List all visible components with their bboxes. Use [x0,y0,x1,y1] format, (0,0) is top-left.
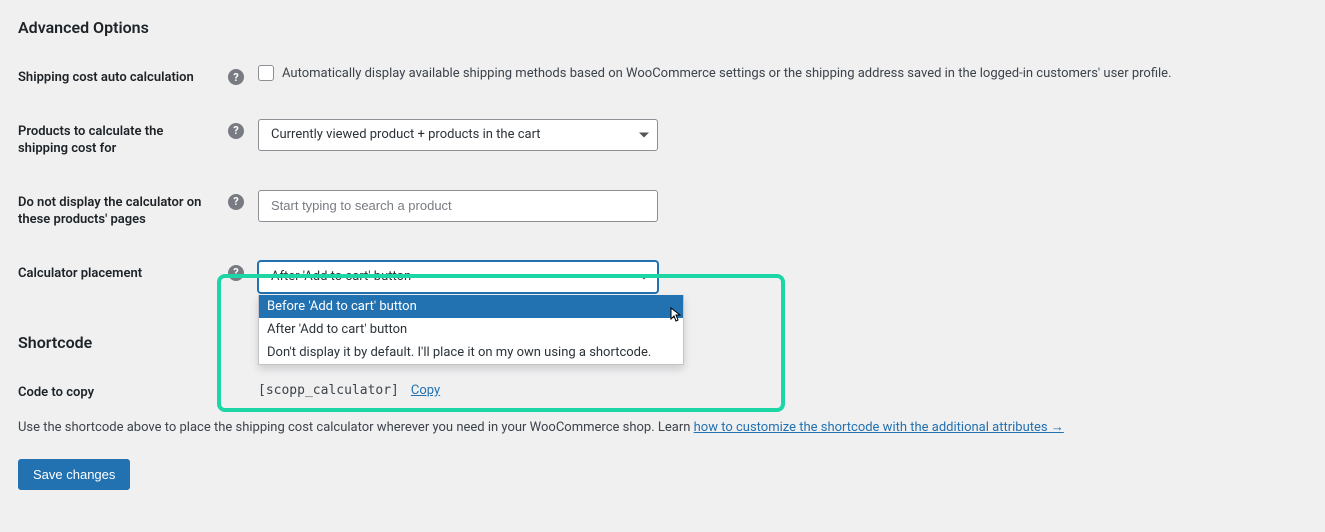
help-icon[interactable]: ? [228,69,244,85]
products-calc-label: Products to calculate the shipping cost … [18,119,228,158]
shortcode-text: [scopp_calculator] [258,383,399,398]
help-icon[interactable]: ? [228,123,244,139]
shortcode-help-text: Use the shortcode above to place the shi… [18,419,1307,435]
exclude-products-input[interactable] [258,190,658,222]
help-link[interactable]: how to customize the shortcode with the … [694,420,1064,435]
shipping-auto-description: Automatically display available shipping… [282,66,1172,81]
products-calc-select[interactable]: Currently viewed product + products in t… [258,119,658,151]
placement-selected: After 'Add to cart' button [271,269,411,284]
placement-dropdown: Before 'Add to cart' button After 'Add t… [258,295,684,365]
shipping-auto-row: Shipping cost auto calculation ? Automat… [18,65,1307,87]
help-icon[interactable]: ? [228,194,244,210]
placement-row: Calculator placement ? After 'Add to car… [18,261,1307,293]
settings-panel: Advanced Options Shipping cost auto calc… [18,18,1307,490]
dropdown-option-before[interactable]: Before 'Add to cart' button [259,295,683,318]
chevron-down-icon [639,132,649,137]
shipping-auto-checkbox[interactable] [258,65,274,81]
code-to-copy-row: Code to copy [scopp_calculator] Copy [18,380,1307,402]
advanced-options-heading: Advanced Options [18,18,1307,37]
chevron-down-icon [639,274,649,279]
help-text-prefix: Use the shortcode above to place the shi… [18,420,694,435]
exclude-products-label: Do not display the calculator on these p… [18,190,228,229]
products-calc-row: Products to calculate the shipping cost … [18,119,1307,158]
shipping-auto-label: Shipping cost auto calculation [18,65,228,87]
exclude-products-row: Do not display the calculator on these p… [18,190,1307,229]
copy-link[interactable]: Copy [411,383,440,398]
cursor-icon [670,307,686,323]
dropdown-option-shortcode[interactable]: Don't display it by default. I'll place … [259,341,683,364]
save-button[interactable]: Save changes [18,459,130,490]
placement-select[interactable]: After 'Add to cart' button [258,261,658,293]
code-to-copy-label: Code to copy [18,380,228,402]
help-icon[interactable]: ? [228,265,244,281]
products-calc-selected: Currently viewed product + products in t… [271,127,541,142]
placement-label: Calculator placement [18,261,228,283]
dropdown-option-after[interactable]: After 'Add to cart' button [259,318,683,341]
